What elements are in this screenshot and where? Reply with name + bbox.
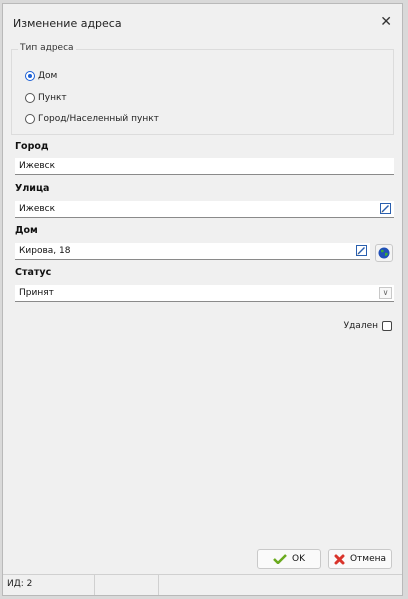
cancel-icon xyxy=(334,554,345,564)
globe-icon xyxy=(378,247,390,259)
status-bar: ИД: 2 xyxy=(3,574,402,595)
radio-point-indicator[interactable] xyxy=(25,93,35,103)
checkmark-icon xyxy=(273,554,287,564)
address-edit-dialog: Изменение адреса ✕ Тип адреса Дом Пункт … xyxy=(2,3,403,596)
record-id-text: ИД: 2 xyxy=(7,579,33,589)
house-label: Дом xyxy=(15,225,38,236)
radio-city[interactable]: Город/Населенный пункт xyxy=(25,114,159,124)
radio-house[interactable]: Дом xyxy=(25,71,57,81)
radio-city-label: Город/Населенный пункт xyxy=(38,114,159,124)
street-value: Ижевск xyxy=(19,204,56,214)
house-value: Кирова, 18 xyxy=(19,246,71,256)
status-select[interactable]: Принят ∨ xyxy=(15,285,394,302)
status-cell-2 xyxy=(95,575,159,595)
status-cell-id: ИД: 2 xyxy=(3,575,95,595)
map-lookup-button[interactable] xyxy=(375,244,393,262)
radio-point-label: Пункт xyxy=(38,93,67,103)
city-field[interactable]: Ижевск xyxy=(15,158,394,175)
street-label: Улица xyxy=(15,183,50,194)
cancel-label: Отмена xyxy=(349,554,387,564)
deleted-checkbox[interactable] xyxy=(382,321,392,331)
ok-button[interactable]: OK xyxy=(257,549,321,569)
radio-point[interactable]: Пункт xyxy=(25,93,67,103)
status-value: Принят xyxy=(19,288,54,298)
address-type-legend: Тип адреса xyxy=(18,43,76,53)
street-field[interactable]: Ижевск xyxy=(15,201,394,218)
deleted-row[interactable]: Удален xyxy=(344,321,392,331)
deleted-label: Удален xyxy=(343,321,378,331)
house-field[interactable]: Кирова, 18 xyxy=(15,243,370,260)
edit-street-icon[interactable] xyxy=(380,203,391,214)
radio-house-indicator[interactable] xyxy=(25,71,35,81)
radio-house-label: Дом xyxy=(38,71,58,81)
cancel-button[interactable]: Отмена xyxy=(328,549,392,569)
chevron-down-icon[interactable]: ∨ xyxy=(379,287,392,299)
city-value: Ижевск xyxy=(19,161,56,171)
ok-label: OK xyxy=(292,554,305,564)
edit-house-icon[interactable] xyxy=(356,245,367,256)
radio-city-indicator[interactable] xyxy=(25,114,35,124)
dialog-title: Изменение адреса xyxy=(13,17,122,30)
title-bar: Изменение адреса ✕ xyxy=(3,4,402,38)
city-label: Город xyxy=(15,141,49,152)
close-icon[interactable]: ✕ xyxy=(380,14,392,30)
status-label: Статус xyxy=(15,267,52,278)
